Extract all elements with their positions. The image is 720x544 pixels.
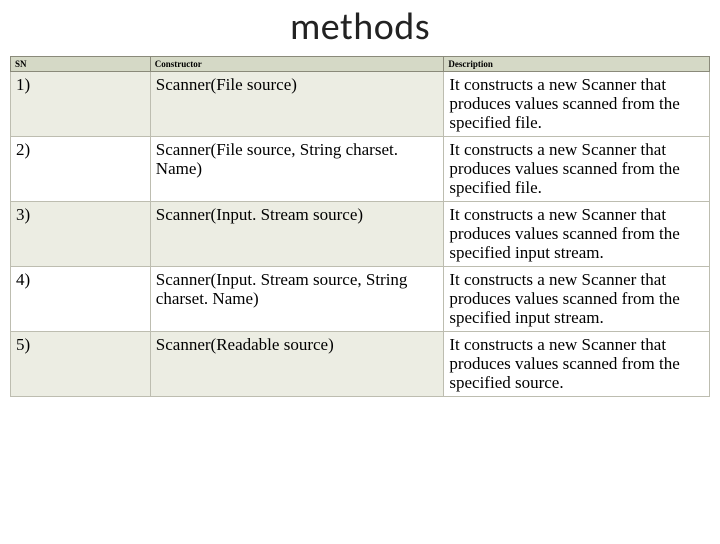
table-row: 2) Scanner(File source, String charset. … xyxy=(11,137,710,202)
cell-description: It constructs a new Scanner that produce… xyxy=(444,72,710,137)
cell-description: It constructs a new Scanner that produce… xyxy=(444,267,710,332)
header-constructor: Constructor xyxy=(150,57,444,72)
cell-sn: 2) xyxy=(11,137,151,202)
table-header-row: SN Constructor Description xyxy=(11,57,710,72)
slide: methods SN Constructor Description 1) Sc… xyxy=(0,4,720,544)
header-sn: SN xyxy=(11,57,151,72)
table-row: 5) Scanner(Readable source) It construct… xyxy=(11,332,710,397)
cell-sn: 5) xyxy=(11,332,151,397)
cell-description: It constructs a new Scanner that produce… xyxy=(444,332,710,397)
table-row: 3) Scanner(Input. Stream source) It cons… xyxy=(11,202,710,267)
cell-constructor: Scanner(File source) xyxy=(150,72,444,137)
cell-constructor: Scanner(Readable source) xyxy=(150,332,444,397)
cell-sn: 1) xyxy=(11,72,151,137)
cell-sn: 4) xyxy=(11,267,151,332)
cell-constructor: Scanner(File source, String charset. Nam… xyxy=(150,137,444,202)
header-description: Description xyxy=(444,57,710,72)
methods-table: SN Constructor Description 1) Scanner(Fi… xyxy=(10,56,710,397)
cell-constructor: Scanner(Input. Stream source, String cha… xyxy=(150,267,444,332)
cell-description: It constructs a new Scanner that produce… xyxy=(444,137,710,202)
cell-description: It constructs a new Scanner that produce… xyxy=(444,202,710,267)
cell-sn: 3) xyxy=(11,202,151,267)
page-title: methods xyxy=(10,4,710,50)
table-row: 4) Scanner(Input. Stream source, String … xyxy=(11,267,710,332)
cell-constructor: Scanner(Input. Stream source) xyxy=(150,202,444,267)
table-row: 1) Scanner(File source) It constructs a … xyxy=(11,72,710,137)
